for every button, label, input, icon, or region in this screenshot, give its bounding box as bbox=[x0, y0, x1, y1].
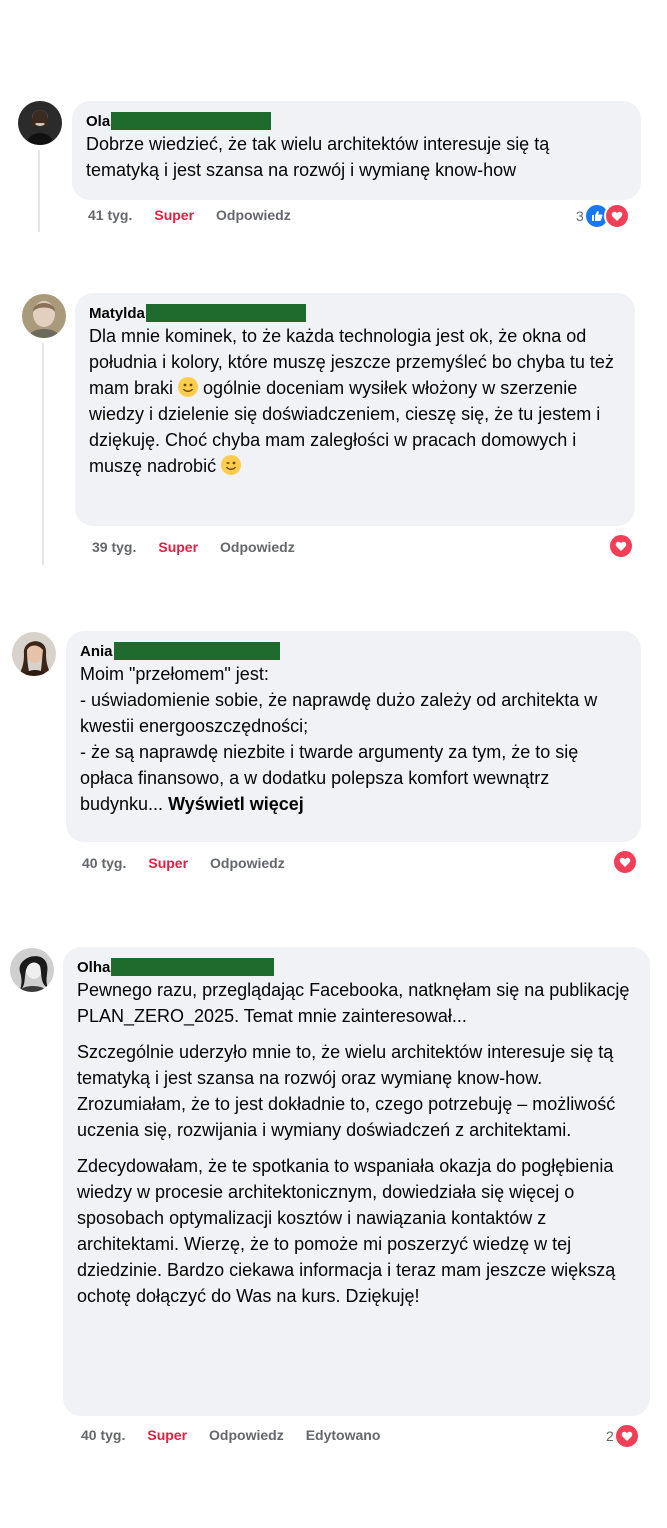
reply-button[interactable]: Odpowiedz bbox=[210, 855, 285, 871]
comment-paragraph: Dobrze wiedzieć, że tak wielu architektó… bbox=[86, 134, 550, 180]
redaction-bar bbox=[145, 304, 306, 322]
comment-bubble: Olha Pewnego razu, przeglądając Facebook… bbox=[63, 947, 650, 1416]
redaction-bar bbox=[111, 112, 272, 130]
edited-label: Edytowano bbox=[305, 1427, 381, 1443]
reaction-summary[interactable] bbox=[612, 849, 638, 875]
see-more-link[interactable]: Wyświetl więcej bbox=[168, 794, 304, 814]
redaction-bar bbox=[113, 642, 280, 660]
reply-button[interactable]: Odpowiedz bbox=[209, 1427, 284, 1443]
comment-actions: 40 tyg. Super Odpowiedz bbox=[82, 855, 285, 871]
thread-line bbox=[42, 343, 44, 565]
love-icon bbox=[612, 849, 638, 875]
reaction-summary[interactable]: 3 bbox=[576, 203, 630, 229]
avatar[interactable] bbox=[10, 948, 54, 992]
avatar[interactable] bbox=[18, 101, 62, 145]
reaction-summary[interactable] bbox=[608, 533, 634, 559]
comment-actions: 41 tyg. Super Odpowiedz bbox=[88, 207, 291, 223]
super-reaction-button[interactable]: Super bbox=[148, 855, 188, 871]
reaction-summary[interactable]: 2 bbox=[606, 1423, 640, 1449]
comment-bubble: Ola Dobrze wiedzieć, że tak wielu archit… bbox=[72, 101, 641, 200]
author-name[interactable]: Ania bbox=[80, 643, 113, 660]
comment-bubble: Ania Moim "przełomem" jest: - uświadomie… bbox=[66, 631, 641, 842]
comment-text: Pewnego razu, przeglądając Facebooka, na… bbox=[77, 977, 636, 1309]
comment-text: Dobrze wiedzieć, że tak wielu architektó… bbox=[86, 131, 627, 183]
love-icon bbox=[603, 203, 630, 229]
love-icon bbox=[608, 533, 634, 559]
comment-bubble: Matylda Dla mnie kominek, to że każda te… bbox=[75, 293, 635, 526]
author-name[interactable]: Olha bbox=[77, 959, 110, 976]
reaction-count: 3 bbox=[576, 208, 584, 224]
super-reaction-button[interactable]: Super bbox=[154, 207, 194, 223]
super-reaction-button[interactable]: Super bbox=[147, 1427, 187, 1443]
comment-paragraph: Zdecydowałam, że te spotkania to wspania… bbox=[77, 1156, 616, 1306]
redaction-bar bbox=[111, 958, 275, 976]
avatar[interactable] bbox=[22, 294, 66, 338]
comment-paragraph: - że są naprawdę niezbite i twarde argum… bbox=[80, 742, 579, 814]
timestamp[interactable]: 41 tyg. bbox=[88, 207, 132, 223]
avatar[interactable] bbox=[12, 632, 56, 676]
timestamp[interactable]: 40 tyg. bbox=[81, 1427, 125, 1443]
wink-emoji-icon bbox=[221, 455, 242, 475]
reaction-count: 2 bbox=[606, 1428, 614, 1444]
comment-paragraph: - uświadomienie sobie, że naprawdę dużo … bbox=[80, 690, 598, 736]
comment-actions: 40 tyg. Super Odpowiedz Edytowano bbox=[81, 1427, 380, 1443]
comment-paragraph: Pewnego razu, przeglądając Facebooka, na… bbox=[77, 980, 630, 1026]
timestamp[interactable]: 39 tyg. bbox=[92, 539, 136, 555]
author-name[interactable]: Ola bbox=[86, 113, 110, 130]
comment-actions: 39 tyg. Super Odpowiedz bbox=[92, 539, 295, 555]
smile-emoji-icon bbox=[178, 377, 199, 397]
author-name[interactable]: Matylda bbox=[89, 305, 145, 322]
reply-button[interactable]: Odpowiedz bbox=[216, 207, 291, 223]
reply-button[interactable]: Odpowiedz bbox=[220, 539, 295, 555]
timestamp[interactable]: 40 tyg. bbox=[82, 855, 126, 871]
comment-paragraph: Szczególnie uderzyło mnie to, że wielu a… bbox=[77, 1042, 616, 1140]
super-reaction-button[interactable]: Super bbox=[158, 539, 198, 555]
thread-line bbox=[38, 150, 40, 232]
comment-paragraph: Moim "przełomem" jest: bbox=[80, 664, 269, 684]
comment-text: Moim "przełomem" jest: - uświadomienie s… bbox=[80, 661, 627, 817]
comment-text: Dla mnie kominek, to że każda technologi… bbox=[89, 323, 621, 479]
love-icon bbox=[613, 1423, 640, 1449]
